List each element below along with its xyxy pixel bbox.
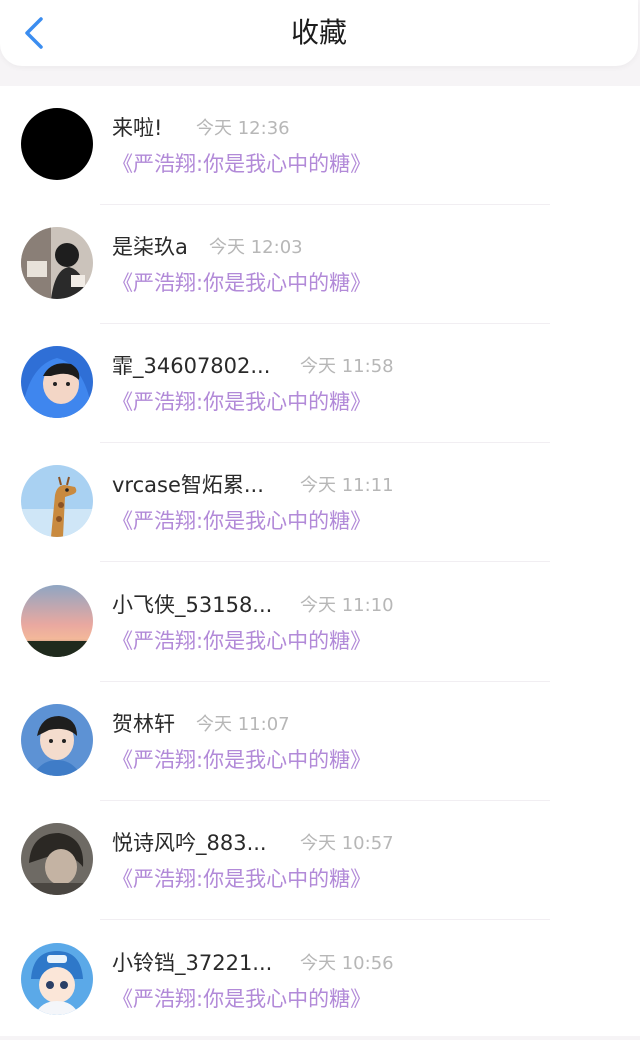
collected-title[interactable]: 《严浩翔:你是我心中的糖》 [112, 865, 371, 893]
timestamp: 今天 11:10 [300, 595, 394, 616]
user-name[interactable]: 悦诗风吟_883... [112, 829, 267, 857]
user-name[interactable]: 是柒玖a [112, 233, 188, 261]
collected-title[interactable]: 《严浩翔:你是我心中的糖》 [112, 150, 371, 178]
list-item[interactable]: 贺林轩 今天 11:07 《严浩翔:你是我心中的糖》 [0, 682, 640, 801]
collected-title[interactable]: 《严浩翔:你是我心中的糖》 [112, 627, 371, 655]
avatar[interactable] [21, 823, 93, 895]
collected-title[interactable]: 《严浩翔:你是我心中的糖》 [112, 388, 371, 416]
divider [100, 561, 550, 562]
collected-title[interactable]: 《严浩翔:你是我心中的糖》 [112, 985, 371, 1013]
avatar[interactable] [21, 943, 93, 1015]
avatar[interactable] [21, 227, 93, 299]
user-name[interactable]: 霏_34607802... [112, 352, 270, 380]
collected-title[interactable]: 《严浩翔:你是我心中的糖》 [112, 746, 371, 774]
list-item[interactable]: 来啦! 今天 12:36 《严浩翔:你是我心中的糖》 [0, 86, 640, 205]
list-item[interactable]: vrcase智炻累... 今天 11:11 《严浩翔:你是我心中的糖》 [0, 443, 640, 562]
avatar[interactable] [21, 346, 93, 418]
list-item[interactable]: 小飞侠_53158... 今天 11:10 《严浩翔:你是我心中的糖》 [0, 563, 640, 682]
avatar[interactable] [21, 704, 93, 776]
user-name[interactable]: 来啦! [112, 114, 162, 142]
list-item[interactable]: 悦诗风吟_883... 今天 10:57 《严浩翔:你是我心中的糖》 [0, 801, 640, 920]
avatar[interactable] [21, 585, 93, 657]
user-name[interactable]: vrcase智炻累... [112, 471, 264, 499]
avatar[interactable] [21, 108, 93, 180]
avatar[interactable] [21, 465, 93, 537]
user-name[interactable]: 小铃铛_37221... [112, 949, 272, 977]
list-item[interactable]: 霏_34607802... 今天 11:58 《严浩翔:你是我心中的糖》 [0, 324, 640, 443]
timestamp: 今天 10:57 [300, 833, 394, 854]
timestamp: 今天 11:11 [300, 475, 394, 496]
timestamp: 今天 11:07 [196, 714, 290, 735]
timestamp: 今天 10:56 [300, 953, 394, 974]
collected-title[interactable]: 《严浩翔:你是我心中的糖》 [112, 507, 371, 535]
user-name[interactable]: 小飞侠_53158... [112, 591, 272, 619]
list-item[interactable]: 是柒玖a 今天 12:03 《严浩翔:你是我心中的糖》 [0, 205, 640, 324]
favorites-list: 来啦! 今天 12:36 《严浩翔:你是我心中的糖》 是柒玖a 今天 12:03… [0, 86, 640, 1036]
user-name[interactable]: 贺林轩 [112, 710, 175, 738]
timestamp: 今天 11:58 [300, 356, 394, 377]
top-bar: 收藏 [0, 0, 638, 66]
collected-title[interactable]: 《严浩翔:你是我心中的糖》 [112, 269, 371, 297]
page-title: 收藏 [290, 16, 347, 49]
timestamp: 今天 12:03 [209, 237, 303, 258]
list-item[interactable]: 小铃铛_37221... 今天 10:56 《严浩翔:你是我心中的糖》 [0, 921, 640, 1040]
timestamp: 今天 12:36 [196, 118, 290, 139]
divider [100, 919, 550, 920]
